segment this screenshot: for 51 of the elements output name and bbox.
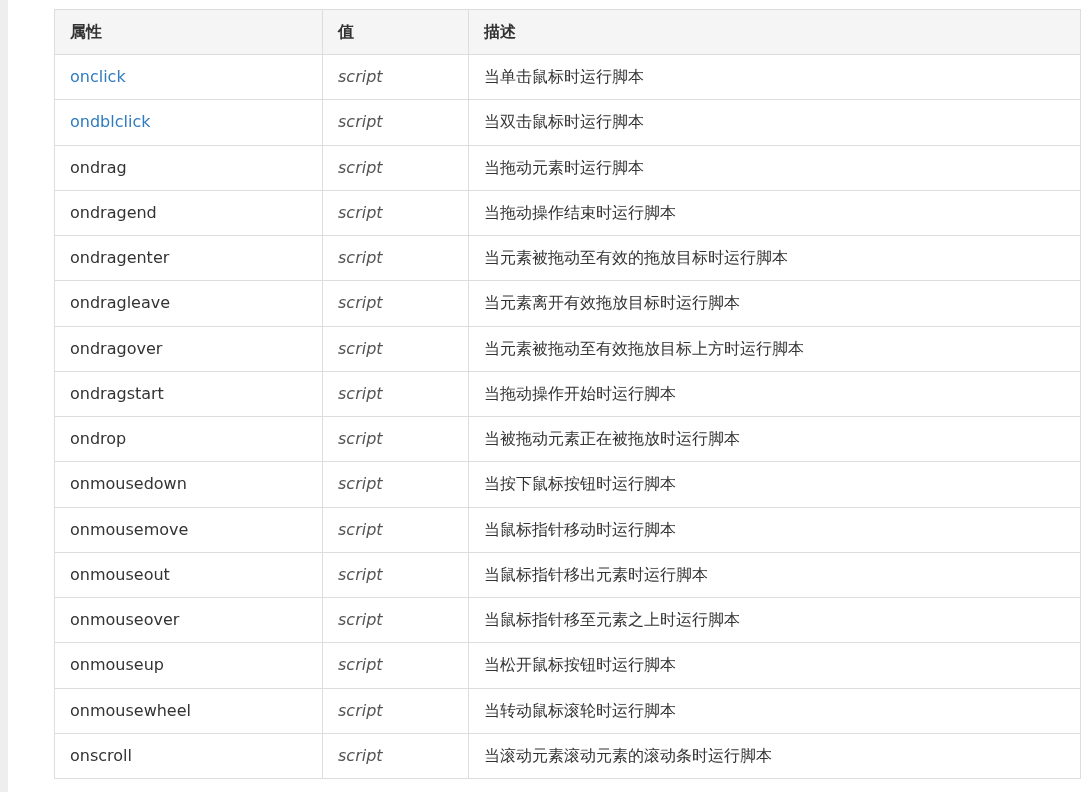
attribute-name: ondrop [70,429,127,449]
description-text: 当拖动操作结束时运行脚本 [484,202,676,222]
description-text: 当拖动元素时运行脚本 [484,157,644,177]
value-type: script [338,157,383,177]
attribute-link[interactable]: onclick [70,67,126,87]
value-type: script [338,519,383,539]
value-type: script [338,564,383,584]
description-text: 当元素离开有效拖放目标时运行脚本 [484,293,740,313]
attribute-name: onmouseover [70,610,180,630]
description-text: 当鼠标指针移至元素之上时运行脚本 [484,610,740,630]
value-type: script [338,202,383,222]
description-text: 当被拖动元素正在被拖放时运行脚本 [484,429,740,449]
description-text: 当鼠标指针移动时运行脚本 [484,519,676,539]
column-header: 描述 [468,9,1081,55]
attribute-name: ondragover [70,338,163,358]
value-type: script [338,338,383,358]
value-type: script [338,383,383,403]
description-text: 当松开鼠标按钮时运行脚本 [484,655,676,675]
attribute-name: ondragend [70,202,157,222]
attribute-name: ondragenter [70,248,170,268]
attribute-name: onmousewheel [70,700,191,720]
description-text: 当按下鼠标按钮时运行脚本 [484,474,676,494]
value-type: script [338,248,383,268]
attribute-name: onscroll [70,745,132,765]
description-text: 当拖动操作开始时运行脚本 [484,383,676,403]
column-header: 属性 [54,9,323,55]
attribute-name: ondragleave [70,293,171,313]
value-type: script [338,745,383,765]
attribute-link[interactable]: ondblclick [70,112,151,132]
value-type: script [338,67,383,87]
column-header: 值 [322,9,469,55]
value-type: script [338,700,383,720]
value-type: script [338,293,383,313]
attribute-name: onmousemove [70,519,189,539]
attribute-name: onmouseup [70,655,164,675]
value-type: script [338,429,383,449]
description-text: 当转动鼠标滚轮时运行脚本 [484,700,676,720]
description-text: 当单击鼠标时运行脚本 [484,67,644,87]
attribute-name: onmouseout [70,564,170,584]
description-text: 当元素被拖动至有效拖放目标上方时运行脚本 [484,338,804,358]
attribute-name: ondragstart [70,383,164,403]
description-text: 当双击鼠标时运行脚本 [484,112,644,132]
value-type: script [338,655,383,675]
attribute-name: ondrag [70,157,127,177]
value-type: script [338,474,383,494]
description-text: 当滚动元素滚动元素的滚动条时运行脚本 [484,745,772,765]
value-type: script [338,112,383,132]
attribute-name: onmousedown [70,474,187,494]
description-text: 当元素被拖动至有效的拖放目标时运行脚本 [484,248,788,268]
description-text: 当鼠标指针移出元素时运行脚本 [484,564,708,584]
value-type: script [338,610,383,630]
